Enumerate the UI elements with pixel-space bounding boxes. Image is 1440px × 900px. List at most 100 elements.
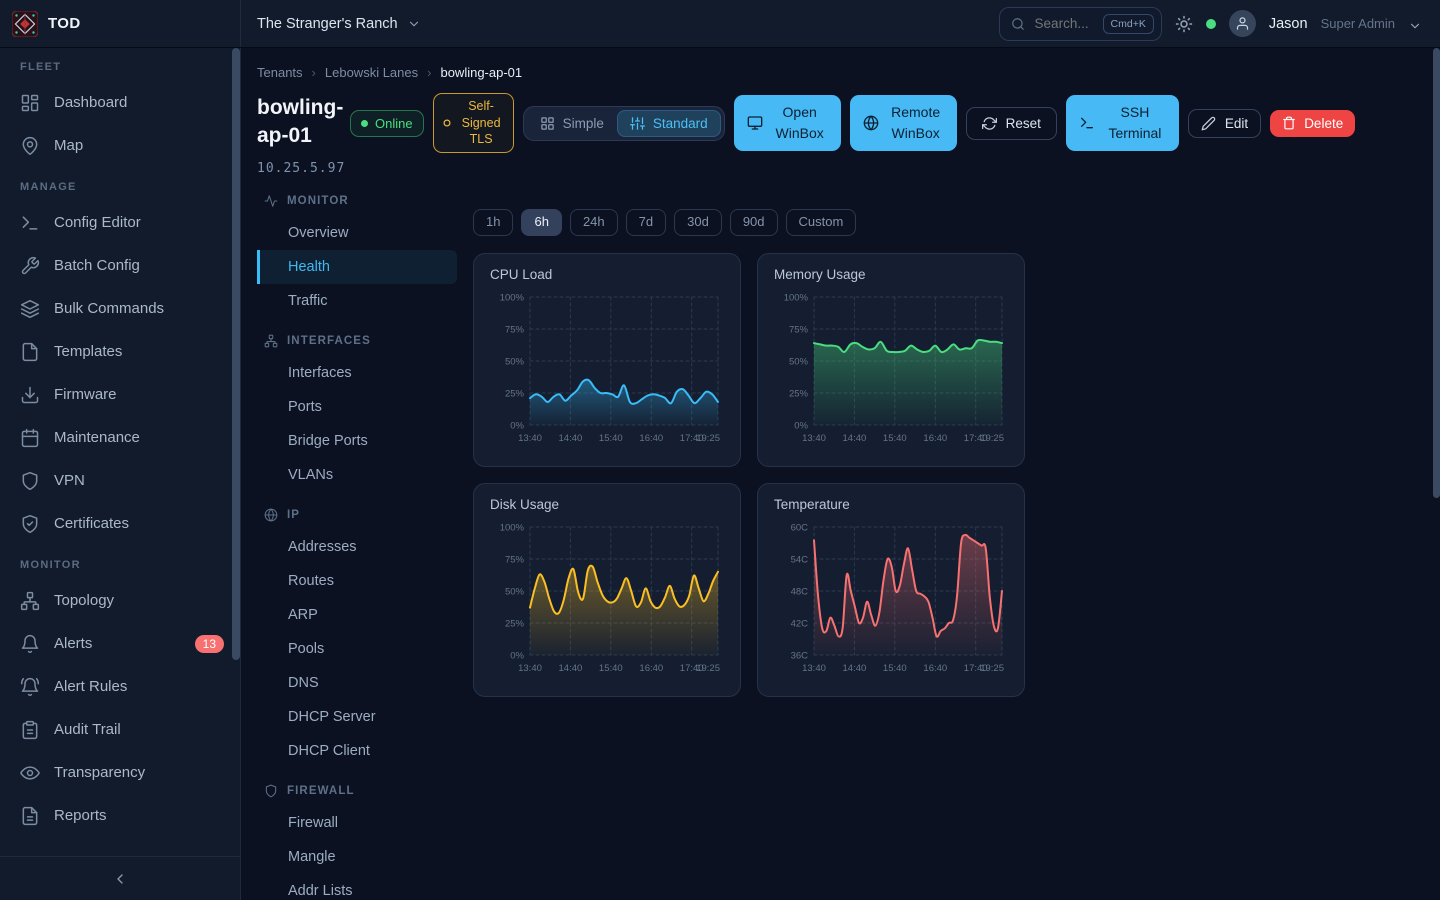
open-winbox-button[interactable]: Open WinBox: [734, 95, 841, 151]
chart-grid: CPU Load0%25%50%75%100%13:4014:4015:4016…: [473, 253, 1025, 697]
dashboard-icon: [20, 93, 40, 113]
sidebar-collapse-button[interactable]: [0, 856, 240, 900]
connection-status-dot: [1206, 19, 1216, 29]
view-mode-toggle: Simple Standard: [523, 106, 725, 141]
svg-text:16:40: 16:40: [923, 663, 947, 674]
monitor-icon: [747, 115, 763, 131]
sidebar-item-label: Maintenance: [54, 429, 140, 446]
device-nav-item-routes[interactable]: Routes: [257, 564, 457, 598]
ssh-terminal-button[interactable]: SSH Terminal: [1066, 95, 1179, 151]
mode-simple-button[interactable]: Simple: [527, 110, 617, 137]
chart-card-temperature: Temperature36C42C48C54C60C13:4014:4015:4…: [757, 483, 1025, 697]
global-search[interactable]: Cmd+K: [999, 7, 1162, 41]
sidebar-item-audit-trail[interactable]: Audit Trail: [0, 708, 240, 751]
time-range-7d[interactable]: 7d: [626, 209, 666, 236]
svg-text:19:25: 19:25: [696, 663, 720, 674]
svg-text:50%: 50%: [789, 356, 809, 367]
theme-toggle-button[interactable]: [1175, 15, 1193, 33]
device-nav-item-addresses[interactable]: Addresses: [257, 530, 457, 564]
device-nav-item-bridge-ports[interactable]: Bridge Ports: [257, 424, 457, 458]
sidebar-scrollbar[interactable]: [232, 48, 240, 660]
sidebar-item-alerts[interactable]: Alerts13: [0, 622, 240, 665]
time-range-30d[interactable]: 30d: [674, 209, 722, 236]
device-nav-item-traffic[interactable]: Traffic: [257, 284, 457, 318]
edit-button[interactable]: Edit: [1188, 109, 1261, 138]
sidebar-item-dashboard[interactable]: Dashboard: [0, 81, 240, 124]
device-ip: 10.25.5.97: [257, 161, 1424, 176]
svg-text:13:40: 13:40: [518, 433, 542, 444]
sidebar-item-firmware[interactable]: Firmware: [0, 373, 240, 416]
svg-text:16:40: 16:40: [639, 663, 663, 674]
chart-card-cpu-load: CPU Load0%25%50%75%100%13:4014:4015:4016…: [473, 253, 741, 467]
status-badge: Online: [350, 110, 424, 137]
time-range-24h[interactable]: 24h: [570, 209, 618, 236]
sidebar-item-certificates[interactable]: Certificates: [0, 502, 240, 545]
device-nav-item-pools[interactable]: Pools: [257, 632, 457, 666]
sidebar-item-maintenance[interactable]: Maintenance: [0, 416, 240, 459]
sidebar-item-reports[interactable]: Reports: [0, 794, 240, 837]
breadcrumb-separator-icon: ›: [312, 65, 316, 80]
sidebar-item-templates[interactable]: Templates: [0, 330, 240, 373]
device-nav-item-dhcp-server[interactable]: DHCP Server: [257, 700, 457, 734]
device-nav-item-addr-lists[interactable]: Addr Lists: [257, 874, 457, 900]
breadcrumb-separator-icon: ›: [427, 65, 431, 80]
sidebar-item-alert-rules[interactable]: Alert Rules: [0, 665, 240, 708]
svg-text:15:40: 15:40: [883, 433, 907, 444]
search-shortcut-badge: Cmd+K: [1103, 14, 1154, 34]
device-nav-item-interfaces[interactable]: Interfaces: [257, 356, 457, 390]
sidebar-item-vpn[interactable]: VPN: [0, 459, 240, 502]
tenant-selector[interactable]: The Stranger's Ranch: [257, 16, 421, 32]
user-menu-button[interactable]: [1408, 17, 1422, 31]
device-nav-item-arp[interactable]: ARP: [257, 598, 457, 632]
device-nav-section-header: MONITOR: [257, 190, 457, 212]
sun-icon: [1175, 15, 1193, 33]
main-scrollbar[interactable]: [1433, 48, 1440, 498]
time-range-90d[interactable]: 90d: [730, 209, 778, 236]
svg-text:14:40: 14:40: [843, 663, 867, 674]
device-nav-item-ports[interactable]: Ports: [257, 390, 457, 424]
time-range-selector: 1h 6h 24h 7d 30d 90d Custom: [473, 209, 1025, 236]
device-nav-item-vlans[interactable]: VLANs: [257, 458, 457, 492]
sidebar-item-label: Topology: [54, 592, 114, 609]
breadcrumb-link[interactable]: Tenants: [257, 65, 303, 80]
sidebar-item-label: Alert Rules: [54, 678, 127, 695]
device-nav-section-header: IP: [257, 504, 457, 526]
device-nav-item-dns[interactable]: DNS: [257, 666, 457, 700]
search-input[interactable]: [1033, 15, 1095, 32]
chart-title: Memory Usage: [774, 267, 1008, 282]
svg-text:42C: 42C: [791, 618, 809, 629]
device-nav-item-firewall[interactable]: Firewall: [257, 806, 457, 840]
sidebar-section-label: FLEET: [0, 61, 240, 73]
device-nav-item-overview[interactable]: Overview: [257, 216, 457, 250]
sidebar-item-topology[interactable]: Topology: [0, 579, 240, 622]
sidebar-item-map[interactable]: Map: [0, 124, 240, 167]
remote-winbox-button[interactable]: Remote WinBox: [850, 95, 957, 151]
delete-button[interactable]: Delete: [1270, 110, 1355, 137]
sidebar-item-config-editor[interactable]: Config Editor: [0, 201, 240, 244]
device-nav-item-dhcp-client[interactable]: DHCP Client: [257, 734, 457, 768]
time-range-6h[interactable]: 6h: [521, 209, 561, 236]
reset-button[interactable]: Reset: [966, 107, 1057, 140]
device-nav-section-ip: IP AddressesRoutesARPPoolsDNSDHCP ServerD…: [257, 504, 457, 768]
chevron-left-icon: [112, 871, 128, 887]
brand-name: TOD: [48, 15, 81, 32]
device-nav-item-health[interactable]: Health: [257, 250, 457, 284]
sidebar-section-manage: MANAGE Config EditorBatch ConfigBulk Comm…: [0, 181, 240, 545]
avatar[interactable]: [1229, 10, 1256, 37]
time-range-custom[interactable]: Custom: [786, 209, 857, 236]
svg-text:19:25: 19:25: [980, 433, 1004, 444]
search-icon: [1011, 17, 1025, 31]
mode-standard-button[interactable]: Standard: [617, 110, 721, 137]
content-row: MONITOROverviewHealthTrafficINTERFACESIn…: [257, 190, 1424, 900]
topbar-actions: Cmd+K Jason Super Admin: [999, 7, 1440, 41]
app-logo-icon: [12, 11, 38, 37]
device-nav-item-mangle[interactable]: Mangle: [257, 840, 457, 874]
shield-icon: [20, 471, 40, 491]
sidebar-item-transparency[interactable]: Transparency: [0, 751, 240, 794]
svg-text:13:40: 13:40: [802, 663, 826, 674]
sidebar-item-bulk-commands[interactable]: Bulk Commands: [0, 287, 240, 330]
breadcrumb-link[interactable]: Lebowski Lanes: [325, 65, 418, 80]
sidebar-item-batch-config[interactable]: Batch Config: [0, 244, 240, 287]
time-range-1h[interactable]: 1h: [473, 209, 513, 236]
sidebar-section-label: MANAGE: [0, 181, 240, 193]
